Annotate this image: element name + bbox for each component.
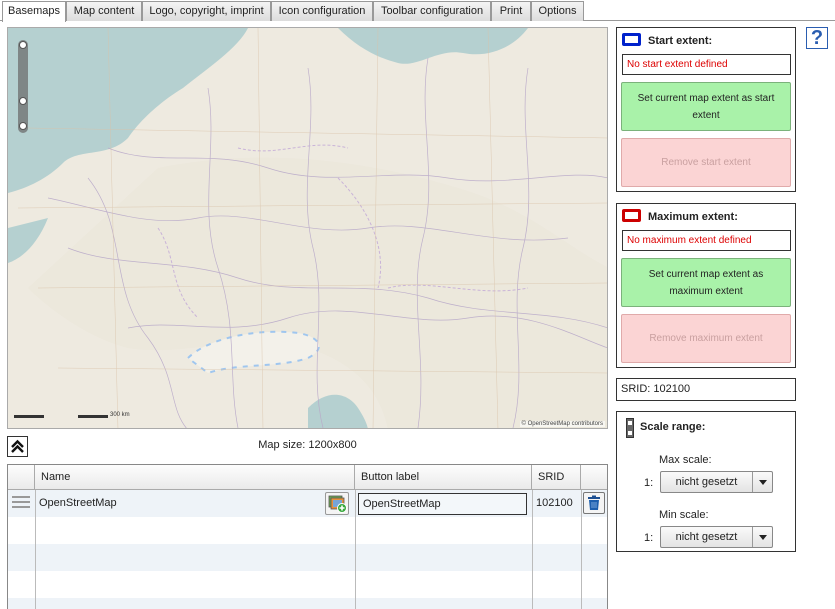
table-row-empty — [8, 544, 607, 571]
zoom-level-handle[interactable] — [19, 97, 27, 105]
max-extent-color-icon — [622, 209, 641, 222]
tab-icon-configuration[interactable]: Icon configuration — [271, 1, 373, 21]
header-button-label: Button label — [355, 465, 532, 490]
basemap-table: Name Button label SRID OpenStreetMap 102… — [7, 464, 608, 609]
zoom-in-icon[interactable] — [19, 41, 27, 49]
zoom-out-icon[interactable] — [19, 122, 27, 130]
set-max-extent-button[interactable]: Set current map extent as maximum extent — [621, 258, 791, 307]
srid-display: SRID: 102100 — [616, 378, 796, 401]
basemap-srid: 102100 — [536, 497, 573, 509]
max-extent-title: Maximum extent: — [648, 211, 738, 223]
help-button[interactable]: ? — [806, 27, 828, 49]
delete-basemap-button[interactable] — [583, 492, 605, 514]
map-size-label: Map size: 1200x800 — [258, 439, 357, 451]
zoom-slider[interactable] — [18, 40, 28, 133]
start-extent-status: No start extent defined — [622, 54, 791, 75]
header-actions — [581, 465, 607, 490]
min-scale-label: Min scale: — [659, 509, 709, 521]
tab-map-content[interactable]: Map content — [66, 1, 142, 21]
tab-toolbar-configuration[interactable]: Toolbar configuration — [373, 1, 491, 21]
max-scale-prefix: 1: — [644, 477, 654, 489]
header-drag-col — [8, 465, 35, 490]
column-divider — [532, 490, 533, 609]
column-divider — [581, 490, 582, 609]
add-image-icon — [328, 495, 347, 513]
max-scale-label: Max scale: — [659, 454, 712, 466]
table-row-empty — [8, 571, 607, 598]
scale-range-panel: Scale range: Max scale: 1: nicht gesetzt… — [616, 411, 796, 552]
button-label-input[interactable] — [358, 493, 527, 515]
drag-handle-icon[interactable] — [12, 496, 30, 510]
scale-range-icon — [626, 418, 634, 438]
column-divider — [355, 490, 356, 609]
collapse-button[interactable] — [7, 436, 28, 457]
tab-options[interactable]: Options — [531, 1, 584, 21]
set-start-extent-button[interactable]: Set current map extent as start extent — [621, 82, 791, 131]
min-scale-prefix: 1: — [644, 532, 654, 544]
tab-print[interactable]: Print — [491, 1, 531, 21]
header-name: Name — [35, 465, 355, 490]
max-scale-dropdown[interactable]: nicht gesetzt — [660, 471, 773, 493]
header-srid: SRID — [532, 465, 581, 490]
chevron-down-icon — [759, 480, 767, 485]
column-divider — [35, 490, 36, 609]
map-preview[interactable]: 300 km © OpenStreetMap contributors — [7, 27, 608, 429]
max-extent-status: No maximum extent defined — [622, 230, 791, 251]
table-row-empty — [8, 517, 607, 544]
start-extent-panel: Start extent: No start extent defined Se… — [616, 27, 796, 192]
start-extent-title: Start extent: — [648, 35, 713, 47]
remove-max-extent-button[interactable]: Remove maximum extent — [621, 314, 791, 363]
table-header: Name Button label SRID — [8, 465, 607, 490]
scale-range-title: Scale range: — [640, 421, 706, 433]
min-scale-value: nicht gesetzt — [661, 527, 753, 547]
tab-basemaps[interactable]: Basemaps — [2, 1, 66, 22]
tab-bar: Basemaps Map content Logo, copyright, im… — [0, 0, 835, 22]
start-extent-color-icon — [622, 33, 641, 46]
max-extent-panel: Maximum extent: No maximum extent define… — [616, 203, 796, 368]
table-row-empty — [8, 598, 607, 609]
map-canvas — [8, 28, 607, 428]
table-row[interactable]: OpenStreetMap 102100 — [8, 490, 607, 517]
min-scale-dropdown[interactable]: nicht gesetzt — [660, 526, 773, 548]
double-chevron-up-icon — [11, 439, 24, 453]
remove-start-extent-button[interactable]: Remove start extent — [621, 138, 791, 187]
max-scale-value: nicht gesetzt — [661, 472, 753, 492]
trash-icon — [588, 495, 600, 510]
map-attribution: © OpenStreetMap contributors — [519, 421, 605, 427]
chevron-down-icon — [759, 535, 767, 540]
basemap-name: OpenStreetMap — [39, 497, 117, 509]
tab-logo-copyright-imprint[interactable]: Logo, copyright, imprint — [142, 1, 271, 21]
basemap-image-button[interactable] — [325, 492, 349, 515]
app-root: Basemaps Map content Logo, copyright, im… — [0, 0, 835, 609]
scalebar-label: 300 km — [110, 412, 130, 418]
